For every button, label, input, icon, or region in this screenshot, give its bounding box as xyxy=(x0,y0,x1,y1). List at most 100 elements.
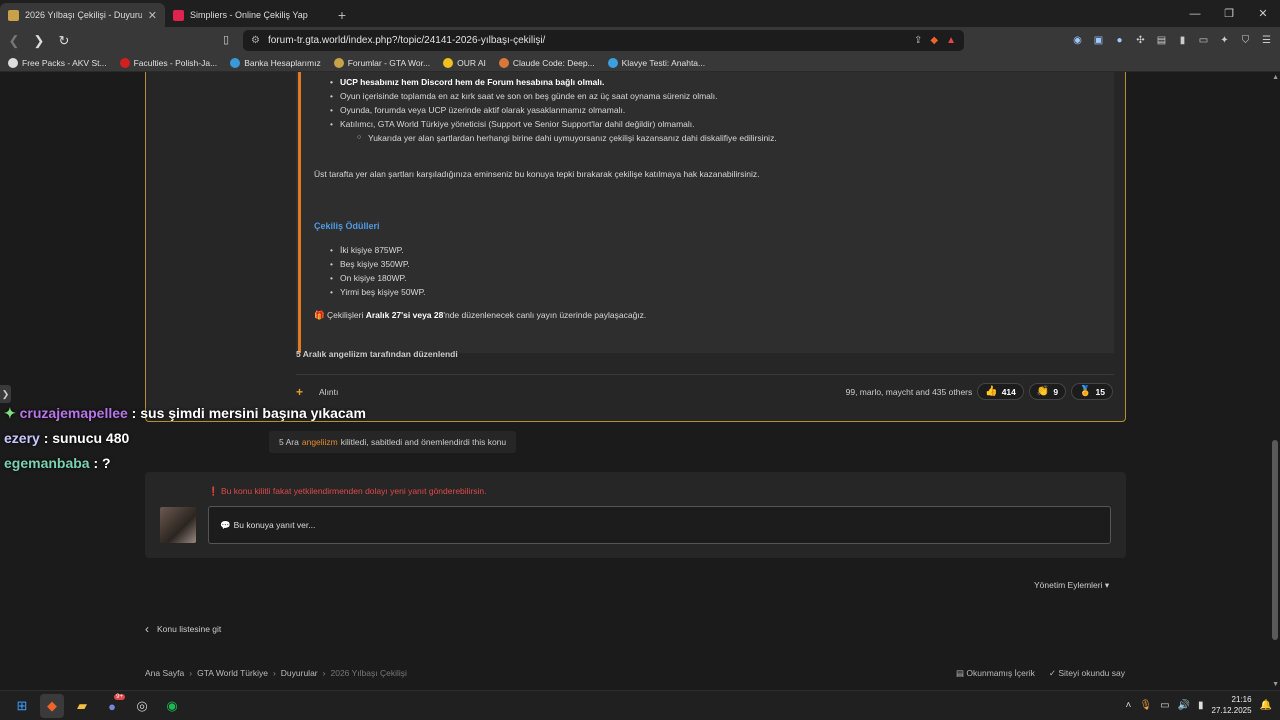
forum-favicon-icon xyxy=(8,9,19,21)
chevron-right-icon: › xyxy=(272,668,276,678)
bookmark-item[interactable]: OUR AI xyxy=(443,57,486,68)
sidebar-icon[interactable]: ▮ xyxy=(1175,31,1190,49)
battery-icon[interactable]: ▮ xyxy=(1198,700,1204,711)
puzzle-icon[interactable]: ✣ xyxy=(1133,31,1148,49)
reply-section: ❗ Bu konu kilitli fakat yetkilendirmende… xyxy=(145,472,1126,558)
maximize-icon[interactable]: ❐ xyxy=(1212,0,1246,27)
leo-ai-icon[interactable]: ✦ xyxy=(1217,31,1232,49)
spotify-icon[interactable]: ◉ xyxy=(160,694,184,718)
tab-bar: 2026 Yılbaşı Çekilişi - Duyurular ✕ Simp… xyxy=(0,0,1280,27)
discord-icon[interactable]: ● 9+ xyxy=(100,694,125,718)
tab-title: Simpliers - Online Çekiliş Yap xyxy=(190,10,308,20)
reaction-medal[interactable]: 🏅 15 xyxy=(1071,383,1113,400)
bookmark-item[interactable]: Banka Hesaplarımız xyxy=(230,57,321,68)
bookmarks-bar: Free Packs - AKV St... Faculties - Polis… xyxy=(0,54,1280,72)
scroll-down-icon[interactable]: ▼ xyxy=(1272,681,1279,688)
moderation-actions-menu[interactable]: Yönetim Eylemleri ▾ xyxy=(1034,580,1109,591)
mark-read-link[interactable]: ✓ Siteyi okundu say xyxy=(1049,668,1125,679)
system-tray: ˄ 🎙 ▭ 🔊 ▮ 21:16 27.12.2025 🔔 xyxy=(1126,694,1272,716)
requirement-item: UCP hesabınız hem Discord hem de Forum h… xyxy=(314,75,1104,89)
quote-accent-bar xyxy=(298,72,301,353)
vpn-icon[interactable]: ⛉ xyxy=(1238,31,1253,49)
brave-shield-icon[interactable]: ◆ xyxy=(930,35,938,46)
reaction-clap[interactable]: 👏 9 xyxy=(1028,383,1067,400)
minimize-icon[interactable]: — xyxy=(1178,0,1212,27)
back-icon[interactable]: ❮ xyxy=(3,30,25,52)
screenshot-icon[interactable]: ▤ xyxy=(1154,31,1169,49)
quote-button[interactable]: + Alıntı xyxy=(296,385,338,399)
taskbar: ⊞ ◆ ▰ ● 9+ ◎ ◉ ˄ 🎙 ▭ 🔊 ▮ 21:16 27.12.2025… xyxy=(0,690,1280,720)
clap-icon: 👏 xyxy=(1036,386,1050,397)
extension-b-icon[interactable]: ● xyxy=(1112,31,1127,49)
menu-icon[interactable]: ☰ xyxy=(1259,31,1274,49)
github-icon[interactable]: ◎ xyxy=(130,694,154,718)
requirement-item: Katılımcı, GTA World Türkiye yöneticisi … xyxy=(314,117,1104,131)
clock[interactable]: 21:16 27.12.2025 xyxy=(1212,694,1252,716)
post-content: UCP hesabınız hem Discord hem de Forum h… xyxy=(314,72,1104,322)
extension-a-icon[interactable]: ▣ xyxy=(1091,31,1106,49)
audio-icon[interactable]: ◉ xyxy=(1070,31,1085,49)
locked-warning: ❗ Bu konu kilitli fakat yetkilendirmende… xyxy=(208,486,487,496)
gift-icon: 🎁 xyxy=(314,310,325,320)
back-to-topics-link[interactable]: ‹ Konu listesine git xyxy=(145,622,221,636)
wallet-icon[interactable]: ▭ xyxy=(1196,31,1211,49)
site-info-icon[interactable]: ⚙ xyxy=(251,35,260,46)
bookmark-item[interactable]: Claude Code: Deep... xyxy=(498,57,595,68)
check-icon: ✓ xyxy=(1048,668,1056,678)
bookmark-favicon-icon xyxy=(8,57,18,68)
notification-bell-icon[interactable]: 🔔 xyxy=(1260,700,1272,711)
bookmark-item[interactable]: Klavye Testi: Anahta... xyxy=(607,57,705,68)
url-text: forum-tr.gta.world/index.php?/topic/2414… xyxy=(267,35,546,46)
reply-input[interactable]: 💬 Bu konuya yanıt ver... xyxy=(208,506,1111,544)
share-icon[interactable]: ⇪ xyxy=(914,35,922,46)
bookmark-icon[interactable]: ▯ xyxy=(223,33,229,46)
extension-icons: ◉ ▣ ● ✣ ▤ ▮ ▭ ✦ ⛉ ☰ xyxy=(1070,31,1274,49)
screen: 2026 Yılbaşı Çekilişi - Duyurular ✕ Simp… xyxy=(0,0,1280,720)
breadcrumb-item[interactable]: Duyurular xyxy=(281,668,318,678)
brave-rewards-icon[interactable]: ▲ xyxy=(946,35,956,46)
microphone-icon[interactable]: 🎙 xyxy=(1139,700,1152,711)
edited-note: 5 Aralık angeliizm tarafından düzenlendi xyxy=(296,349,458,359)
avatar[interactable] xyxy=(160,507,196,543)
display-icon[interactable]: ▭ xyxy=(1160,700,1169,711)
scrollbar[interactable]: ▲ ▼ xyxy=(1270,72,1280,690)
reload-icon[interactable]: ↻ xyxy=(53,30,75,52)
bookmark-favicon-icon xyxy=(498,57,509,68)
tab-current[interactable]: 2026 Yılbaşı Çekilişi - Duyurular ✕ xyxy=(0,3,165,27)
prize-item: On kişiye 180WP. xyxy=(314,271,1104,285)
reactions-bar: 99, marlo, maycht and 435 others 👍 414 👏 9… xyxy=(846,383,1113,400)
bookmark-favicon-icon xyxy=(333,57,344,68)
reactors-text[interactable]: 99, marlo, maycht and 435 others xyxy=(846,387,973,397)
speaker-icon[interactable]: 🔊 xyxy=(1178,700,1190,711)
bookmark-item[interactable]: Free Packs - AKV St... xyxy=(8,57,107,68)
reaction-like[interactable]: 👍 414 xyxy=(977,383,1024,400)
taskbar-apps: ⊞ ◆ ▰ ● 9+ ◎ ◉ xyxy=(10,694,184,718)
prize-item: Yirmi beş kişiye 50WP. xyxy=(314,285,1104,299)
caret-down-icon: ▾ xyxy=(1104,580,1110,590)
brave-browser-icon[interactable]: ◆ xyxy=(40,694,64,718)
address-bar[interactable]: ⚙ forum-tr.gta.world/index.php?/topic/24… xyxy=(243,30,964,51)
notification-badge: 9+ xyxy=(114,694,125,700)
breadcrumb-item[interactable]: GTA World Türkiye xyxy=(197,668,268,678)
file-explorer-icon[interactable]: ▰ xyxy=(70,694,94,718)
windows-start-icon[interactable]: ⊞ xyxy=(10,694,34,718)
bookmark-item[interactable]: Forumlar - GTA Wor... xyxy=(333,57,430,68)
page-content: UCP hesabınız hem Discord hem de Forum h… xyxy=(0,72,1280,690)
bookmark-favicon-icon xyxy=(230,57,241,68)
comment-icon: 💬 xyxy=(220,519,231,530)
topic-post: UCP hesabınız hem Discord hem de Forum h… xyxy=(145,72,1126,422)
unread-content-link[interactable]: ▤ Okunmamış İçerik xyxy=(956,668,1035,679)
scrollbar-thumb[interactable] xyxy=(1272,440,1278,640)
close-window-icon[interactable]: ✕ xyxy=(1246,0,1280,27)
scroll-up-icon[interactable]: ▲ xyxy=(1272,74,1279,81)
new-tab-button[interactable]: + xyxy=(330,3,354,27)
chevron-up-icon[interactable]: ˄ xyxy=(1126,700,1132,711)
forward-icon[interactable]: ❯ xyxy=(28,30,50,52)
sparkle-icon: ✦ xyxy=(4,405,16,421)
bookmark-favicon-icon xyxy=(443,57,454,68)
breadcrumb-item[interactable]: Ana Sayfa xyxy=(145,668,184,678)
close-tab-icon[interactable]: ✕ xyxy=(148,9,157,22)
bookmark-item[interactable]: Faculties - Polish-Ja... xyxy=(119,57,217,68)
alert-icon: ❗ xyxy=(208,486,219,496)
tab-simpliers[interactable]: Simpliers - Online Çekiliş Yap xyxy=(165,3,330,27)
